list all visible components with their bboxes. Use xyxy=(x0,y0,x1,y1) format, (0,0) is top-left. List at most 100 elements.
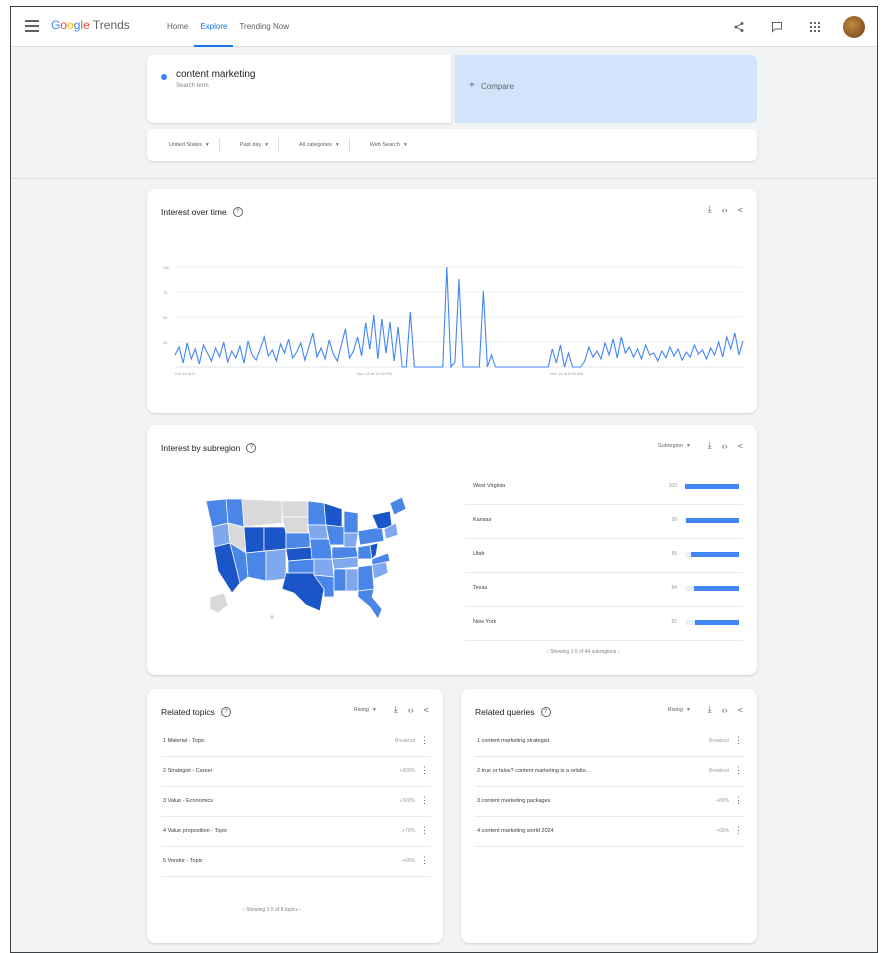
share-icon[interactable]: < xyxy=(424,705,429,715)
map-state[interactable] xyxy=(263,526,287,552)
avatar[interactable] xyxy=(843,16,865,38)
y-tick-label: 100 xyxy=(163,265,170,270)
map-state[interactable] xyxy=(309,538,333,560)
filter-category[interactable]: All categories ▾ xyxy=(289,138,350,152)
map-state[interactable] xyxy=(333,568,347,592)
subregion-bar xyxy=(690,552,739,557)
menu-icon[interactable] xyxy=(25,20,39,32)
map-state[interactable] xyxy=(331,556,359,570)
more-vert-icon[interactable]: ⋮ xyxy=(420,735,429,746)
subregion-row[interactable]: New York 82 xyxy=(465,607,743,641)
related-query-row[interactable]: 3 content marketing packages +80% ⋮ xyxy=(475,787,745,817)
dropdown-icon: ▾ xyxy=(403,142,407,148)
compare-button[interactable]: + Compare xyxy=(455,55,757,123)
map-state[interactable] xyxy=(357,564,375,592)
embed-icon[interactable]: ‹› xyxy=(722,441,728,451)
share-icon[interactable]: < xyxy=(738,441,743,451)
related-query-row[interactable]: 4 content marketing world 2024 +60% ⋮ xyxy=(475,817,745,847)
more-vert-icon[interactable]: ⋮ xyxy=(420,825,429,836)
related-query-row[interactable]: 1 content marketing strategist Breakout … xyxy=(475,727,745,757)
subregion-row[interactable]: West Virginia 100 xyxy=(465,471,743,505)
search-band: content marketing Search term + Compare … xyxy=(11,47,877,179)
map-state[interactable] xyxy=(243,526,265,554)
nav-home[interactable]: Home xyxy=(161,7,194,47)
map-state[interactable] xyxy=(281,500,309,518)
interest-over-time-card: Interest over time ? ⤓ ‹› < 100 75 50 25 Oct… xyxy=(147,189,757,413)
map-state[interactable] xyxy=(209,592,229,614)
map-state[interactable] xyxy=(241,498,283,528)
map-state[interactable] xyxy=(245,550,267,582)
embed-icon[interactable]: ‹› xyxy=(722,705,728,715)
help-icon[interactable]: ? xyxy=(246,443,257,453)
search-term-name[interactable]: content marketing xyxy=(176,69,256,80)
top-bar: Google Trends Home Explore Trending Now xyxy=(11,7,877,47)
more-vert-icon[interactable]: ⋮ xyxy=(734,735,743,746)
more-vert-icon[interactable]: ⋮ xyxy=(420,795,429,806)
download-icon[interactable]: ⤓ xyxy=(708,704,712,715)
related-topic-row[interactable]: 2 Strategist - Career +900% ⋮ xyxy=(161,757,431,787)
subregion-bar xyxy=(685,518,739,523)
related-topic-row[interactable]: 3 Value - Economics +300% ⋮ xyxy=(161,787,431,817)
map-state[interactable] xyxy=(285,532,311,550)
filter-time-range[interactable]: Past day ▾ xyxy=(230,138,279,152)
more-vert-icon[interactable]: ⋮ xyxy=(420,765,429,776)
more-vert-icon[interactable]: ⋮ xyxy=(734,795,743,806)
map-state[interactable] xyxy=(281,516,309,534)
map-state[interactable] xyxy=(345,568,359,592)
subregion-select[interactable]: Subregion ▾ xyxy=(658,443,690,449)
embed-icon[interactable]: ‹› xyxy=(408,705,414,715)
related-query-row[interactable]: 2 true or false? content marketing is a … xyxy=(475,757,745,787)
map-state[interactable] xyxy=(357,588,383,620)
map-state[interactable] xyxy=(343,510,359,534)
help-icon[interactable]: ? xyxy=(540,707,551,717)
map-state[interactable] xyxy=(307,524,329,540)
nav-trending-now[interactable]: Trending Now xyxy=(233,7,295,47)
map-state[interactable] xyxy=(285,546,313,562)
share-icon[interactable]: < xyxy=(738,705,743,715)
related-topics-pagination[interactable]: ‹ Showing 1-5 of 8 topics › xyxy=(243,907,301,913)
map-state[interactable] xyxy=(270,615,274,619)
download-icon[interactable]: ⤓ xyxy=(708,440,712,451)
filter-location[interactable]: United States ▾ xyxy=(159,138,220,152)
google-trends-logo[interactable]: Google Trends xyxy=(51,18,130,32)
map-state[interactable] xyxy=(313,558,335,578)
map-state[interactable] xyxy=(205,498,229,528)
share-icon[interactable] xyxy=(729,17,749,37)
subregion-row[interactable]: Kansas 99 xyxy=(465,505,743,539)
us-map[interactable] xyxy=(202,493,412,623)
map-state[interactable] xyxy=(307,500,327,526)
filter-search-type[interactable]: Web Search ▾ xyxy=(360,138,417,152)
help-icon[interactable]: ? xyxy=(220,707,231,717)
map-state[interactable] xyxy=(265,548,287,582)
related-topic-row[interactable]: 4 Value proposition - Topic +70% ⋮ xyxy=(161,817,431,847)
map-state[interactable] xyxy=(287,558,315,574)
more-vert-icon[interactable]: ⋮ xyxy=(734,765,743,776)
subregion-row[interactable]: Texas 84 xyxy=(465,573,743,607)
rising-select[interactable]: Rising ▾ xyxy=(668,707,690,713)
map-state[interactable] xyxy=(323,502,343,528)
more-vert-icon[interactable]: ⋮ xyxy=(420,855,429,866)
dropdown-icon: ▾ xyxy=(372,706,376,713)
rising-select[interactable]: Rising ▾ xyxy=(354,707,376,713)
map-state[interactable] xyxy=(357,526,385,546)
map-state[interactable] xyxy=(343,532,359,548)
related-topic-row[interactable]: 5 Vendor - Topic +60% ⋮ xyxy=(161,847,431,877)
related-topic-row[interactable]: 1 Material - Topic Breakout ⋮ xyxy=(161,727,431,757)
apps-icon[interactable] xyxy=(805,17,825,37)
subregion-pagination[interactable]: ‹ Showing 1-5 of 44 subregions › xyxy=(547,649,619,655)
nav-explore[interactable]: Explore xyxy=(194,7,234,47)
map-state[interactable] xyxy=(357,544,373,560)
compare-label: Compare xyxy=(481,82,514,91)
map-state[interactable] xyxy=(389,496,407,516)
feedback-icon[interactable] xyxy=(767,17,787,37)
subregion-row[interactable]: Utah 89 xyxy=(465,539,743,573)
x-tick-label: Nov 13 at 11:00 PM xyxy=(357,371,392,376)
y-tick-label: 50 xyxy=(163,315,168,320)
interest-over-time-chart: 100 75 50 25 Oct 13 at 8... Nov 13 at 11:00 P… xyxy=(163,265,744,376)
map-state[interactable] xyxy=(225,498,245,528)
download-icon[interactable]: ⤓ xyxy=(394,704,398,715)
interest-by-subregion-card: Interest by subregion ? Subregion ▾ ⤓ ‹› … xyxy=(147,425,757,675)
search-term-card[interactable]: content marketing Search term xyxy=(147,55,451,123)
more-vert-icon[interactable]: ⋮ xyxy=(734,825,743,836)
related-topics-card: Related topics ? Rising ▾ ⤓ ‹› < 1 Materi… xyxy=(147,689,443,943)
